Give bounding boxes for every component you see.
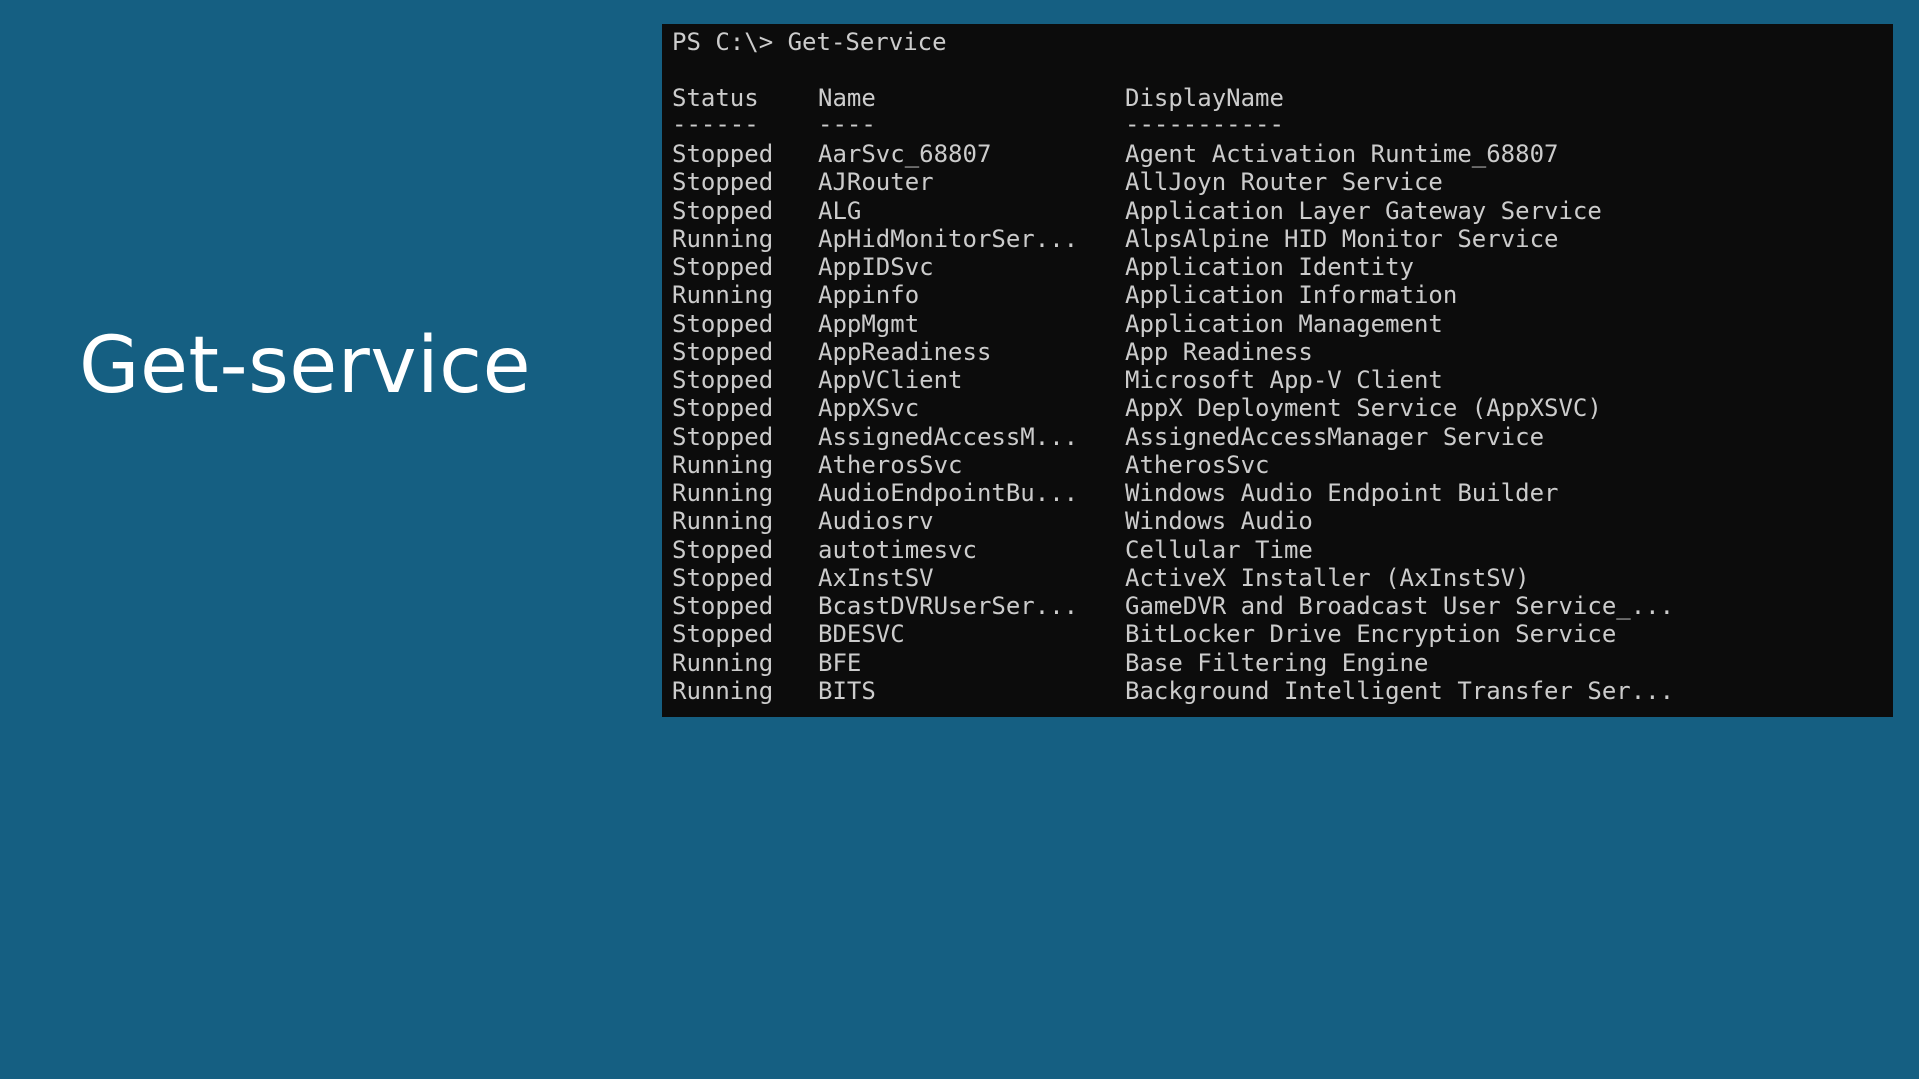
service-name: AppIDSvc <box>818 253 934 281</box>
service-name: BITS <box>818 676 876 705</box>
service-display-name: Cellular Time <box>1125 535 1313 564</box>
service-display-name: Base Filtering Engine <box>1125 648 1429 677</box>
service-name: ApHidMonitorSer... <box>818 224 1079 253</box>
service-status: Running <box>672 224 774 253</box>
service-name: BcastDVRUserSer... <box>818 592 1079 620</box>
service-display-name: App Readiness <box>1125 337 1313 366</box>
service-status: Running <box>672 281 774 310</box>
service-display-name: AssignedAccessManager Service <box>1125 422 1545 451</box>
service-name: AudioEndpointBu... <box>818 479 1079 507</box>
service-name: Audiosrv <box>818 507 934 536</box>
service-status: Stopped <box>672 337 774 366</box>
service-display-name: GameDVR and Broadcast User Service_... <box>1125 592 1675 620</box>
service-name: AxInstSV <box>818 563 934 592</box>
service-display-name: Windows Audio <box>1125 507 1313 536</box>
service-name: AarSvc_68807 <box>818 140 992 168</box>
service-name: AppMgmt <box>818 309 920 338</box>
header-name: Name <box>818 84 876 112</box>
service-name: Appinfo <box>818 281 920 310</box>
service-name: AppXSvc <box>818 394 920 423</box>
service-name: ALG <box>818 196 862 225</box>
service-status: Stopped <box>672 563 774 592</box>
service-status: Stopped <box>672 196 774 225</box>
service-name: AppVClient <box>818 366 963 394</box>
service-name: BDESVC <box>818 620 905 649</box>
slide-title: Get-service <box>79 321 532 411</box>
service-display-name: ActiveX Installer (AxInstSV) <box>1125 563 1530 592</box>
service-status: Stopped <box>672 394 774 423</box>
service-name: AppReadiness <box>818 337 992 366</box>
service-status: Stopped <box>672 253 774 281</box>
separator-name: ---- <box>818 110 876 138</box>
service-status: Stopped <box>672 422 774 451</box>
service-name: autotimesvc <box>818 535 977 564</box>
service-status: Stopped <box>672 620 774 649</box>
service-display-name: Application Information <box>1125 281 1458 310</box>
service-status: Stopped <box>672 592 774 620</box>
service-status: Running <box>672 676 774 705</box>
service-status: Stopped <box>672 140 774 168</box>
service-display-name: Application Management <box>1125 309 1443 338</box>
service-display-name: Windows Audio Endpoint Builder <box>1125 479 1559 507</box>
terminal-prompt-line: PS C:\> Get-Service <box>672 28 947 56</box>
service-name: AtherosSvc <box>818 450 963 479</box>
service-status: Running <box>672 479 774 507</box>
service-display-name: AppX Deployment Service (AppXSVC) <box>1125 394 1602 423</box>
service-display-name: Application Layer Gateway Service <box>1125 196 1602 225</box>
header-status: Status <box>672 84 759 112</box>
service-name: AJRouter <box>818 168 934 197</box>
service-display-name: Microsoft App-V Client <box>1125 366 1443 394</box>
service-status: Stopped <box>672 168 774 197</box>
service-name: AssignedAccessM... <box>818 422 1079 451</box>
separator-status: ------ <box>672 110 759 138</box>
service-display-name: Background Intelligent Transfer Ser... <box>1125 676 1675 705</box>
service-status: Running <box>672 450 774 479</box>
service-display-name: AllJoyn Router Service <box>1125 168 1443 197</box>
service-display-name: Agent Activation Runtime_68807 <box>1125 140 1559 168</box>
service-status: Running <box>672 648 774 677</box>
service-display-name: Application Identity <box>1125 253 1414 281</box>
powershell-terminal[interactable]: PS C:\> Get-Service Status Name DisplayN… <box>662 24 1893 717</box>
header-display-name: DisplayName <box>1125 84 1284 112</box>
service-name: BFE <box>818 648 862 677</box>
service-display-name: AtherosSvc <box>1125 450 1270 479</box>
table-header-row: Status Name DisplayName <box>672 84 1284 112</box>
service-display-name: AlpsAlpine HID Monitor Service <box>1125 224 1559 253</box>
service-status: Stopped <box>672 309 774 338</box>
table-separator-row: ------ ---- ----------- <box>672 110 1284 138</box>
separator-display-name: ----------- <box>1125 110 1284 138</box>
service-status: Running <box>672 507 774 536</box>
service-display-name: BitLocker Drive Encryption Service <box>1125 620 1617 649</box>
service-status: Stopped <box>672 366 774 394</box>
service-status: Stopped <box>672 535 774 564</box>
